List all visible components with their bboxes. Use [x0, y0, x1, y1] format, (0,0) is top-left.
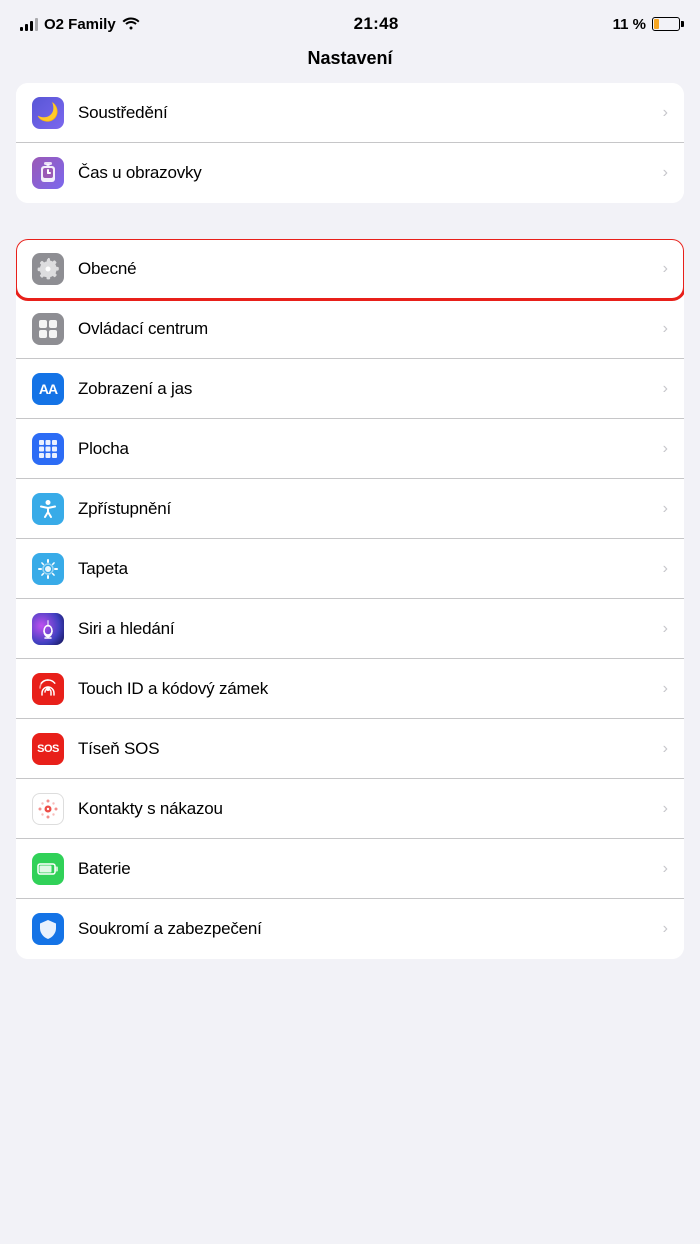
top-settings-group: 🌙 Soustředění › Čas u obrazovky ›: [16, 83, 684, 203]
obecne-chevron: ›: [663, 260, 668, 278]
battery-percent: 11 %: [613, 16, 646, 33]
tapeta-chevron: ›: [663, 560, 668, 578]
time-label: 21:48: [354, 14, 399, 34]
tapeta-icon: [32, 553, 64, 585]
touchid-icon: [32, 673, 64, 705]
settings-row-soukromi[interactable]: Soukromí a zabezpečení ›: [16, 899, 684, 959]
baterie-chevron: ›: [663, 860, 668, 878]
soukromi-icon: [32, 913, 64, 945]
soustredenı-icon: 🌙: [32, 97, 64, 129]
siri-chevron: ›: [663, 620, 668, 638]
zpristupneni-icon: [32, 493, 64, 525]
zpristupneni-chevron: ›: [663, 500, 668, 518]
status-bar: O2 Family 21:48 11 %: [0, 0, 700, 42]
baterie-label: Baterie: [78, 859, 655, 879]
main-settings-group: Obecné › Ovládací centrum › AA Zobrazení…: [16, 239, 684, 959]
settings-row-baterie[interactable]: Baterie ›: [16, 839, 684, 899]
soukromi-chevron: ›: [663, 920, 668, 938]
kontakty-label: Kontakty s nákazou: [78, 799, 655, 819]
tapeta-label: Tapeta: [78, 559, 655, 579]
settings-row-touchid[interactable]: Touch ID a kódový zámek ›: [16, 659, 684, 719]
carrier-label: O2 Family: [44, 16, 116, 33]
settings-row-obecne[interactable]: Obecné ›: [16, 239, 684, 299]
siri-label: Siri a hledání: [78, 619, 655, 639]
settings-row-kontakty[interactable]: Kontakty s nákazou ›: [16, 779, 684, 839]
ovladaci-label: Ovládací centrum: [78, 319, 655, 339]
settings-row-siri[interactable]: Siri a hledání ›: [16, 599, 684, 659]
baterie-icon: [32, 853, 64, 885]
tisen-label: Tíseň SOS: [78, 739, 655, 759]
obecne-icon: [32, 253, 64, 285]
ovladaci-icon: [32, 313, 64, 345]
touchid-label: Touch ID a kódový zámek: [78, 679, 655, 699]
settings-row-tisen[interactable]: SOS Tíseň SOS ›: [16, 719, 684, 779]
obecne-label: Obecné: [78, 259, 655, 279]
zobrazeni-chevron: ›: [663, 380, 668, 398]
settings-row-soustredenı[interactable]: 🌙 Soustředění ›: [16, 83, 684, 143]
settings-row-ovladaci[interactable]: Ovládací centrum ›: [16, 299, 684, 359]
zobrazeni-icon: AA: [32, 373, 64, 405]
soukromi-label: Soukromí a zabezpečení: [78, 919, 655, 939]
cas-chevron: ›: [663, 164, 668, 182]
cas-label: Čas u obrazovky: [78, 163, 655, 183]
status-right: 11 %: [613, 16, 680, 33]
tisen-chevron: ›: [663, 740, 668, 758]
kontakty-chevron: ›: [663, 800, 668, 818]
siri-icon: [32, 613, 64, 645]
settings-row-cas[interactable]: Čas u obrazovky ›: [16, 143, 684, 203]
page-title: Nastavení: [0, 42, 700, 83]
kontakty-icon: [32, 793, 64, 825]
ovladaci-chevron: ›: [663, 320, 668, 338]
zobrazeni-label: Zobrazení a jas: [78, 379, 655, 399]
soustredenı-chevron: ›: [663, 104, 668, 122]
plocha-label: Plocha: [78, 439, 655, 459]
settings-row-plocha[interactable]: Plocha ›: [16, 419, 684, 479]
cas-icon: [32, 157, 64, 189]
plocha-chevron: ›: [663, 440, 668, 458]
signal-icon: [20, 17, 38, 31]
settings-row-tapeta[interactable]: Tapeta ›: [16, 539, 684, 599]
settings-row-zobrazeni[interactable]: AA Zobrazení a jas ›: [16, 359, 684, 419]
touchid-chevron: ›: [663, 680, 668, 698]
zpristupneni-label: Zpřístupnění: [78, 499, 655, 519]
settings-row-zpristupneni[interactable]: Zpřístupnění ›: [16, 479, 684, 539]
wifi-icon: [122, 16, 140, 33]
tisen-icon: SOS: [32, 733, 64, 765]
status-left: O2 Family: [20, 16, 140, 33]
plocha-icon: [32, 433, 64, 465]
soustredenı-label: Soustředění: [78, 103, 655, 123]
battery-icon: [652, 17, 680, 31]
